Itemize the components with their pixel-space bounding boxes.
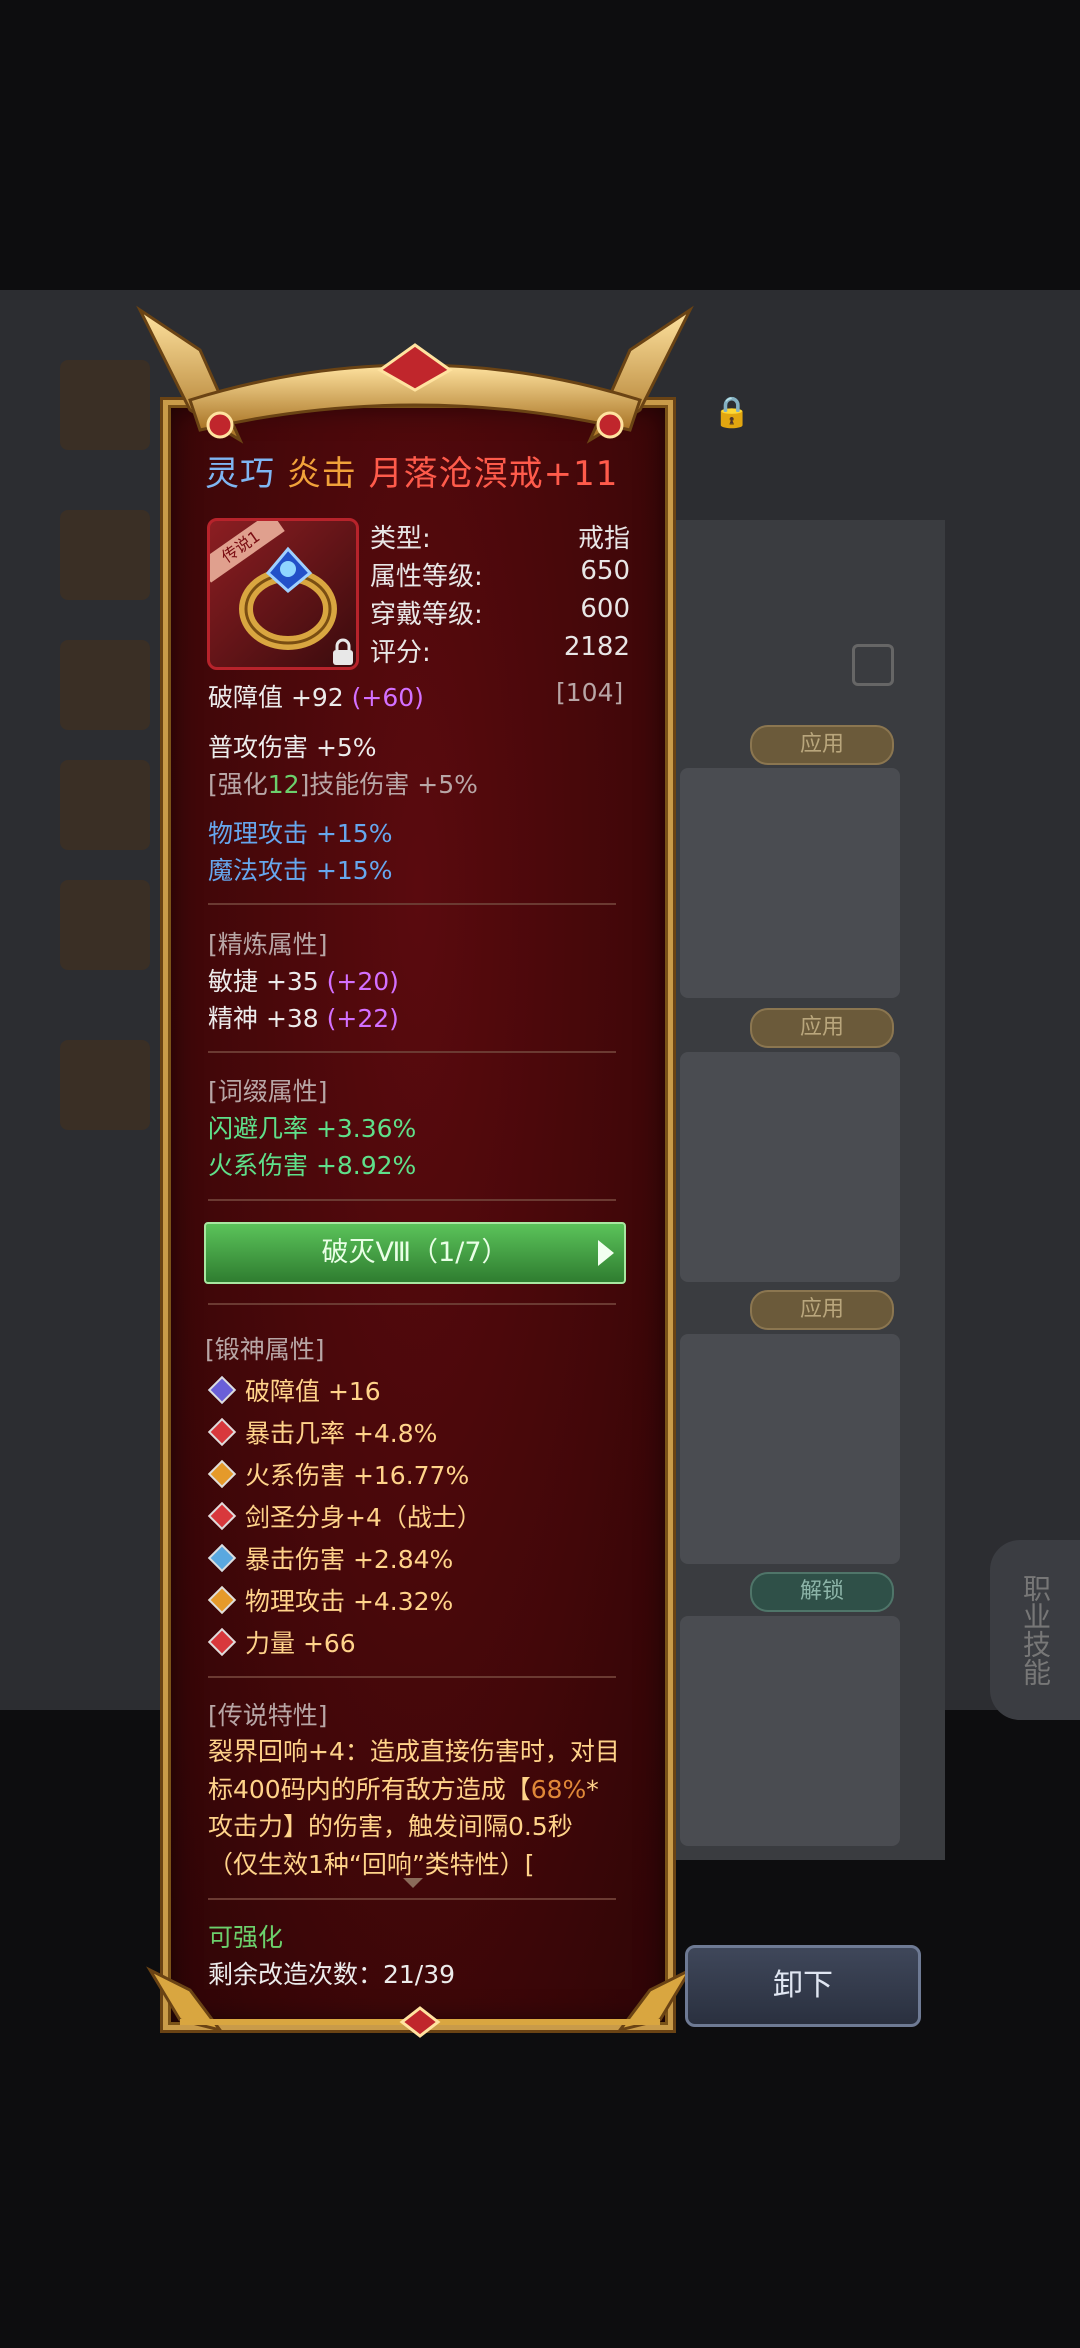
item-name: 月落沧溟戒+11 xyxy=(368,454,619,494)
agility-value: 敏捷 +35 xyxy=(208,967,319,996)
background-preset-slot xyxy=(680,1052,900,1282)
unlock-button[interactable]: 解锁 xyxy=(750,1572,894,1612)
physical-attack-stat: 物理攻击 +15% xyxy=(208,819,393,848)
enhance-skill-stat: [强化12]技能伤害 +5% xyxy=(208,765,478,801)
info-label: 类型: xyxy=(370,524,431,554)
divider xyxy=(208,1303,616,1305)
info-label: 属性等级: xyxy=(370,562,483,592)
info-value: 650 xyxy=(580,556,630,586)
apply-button-2[interactable]: 应用 xyxy=(750,1008,894,1048)
affix-header: [词缀属性] xyxy=(208,1077,328,1106)
refine-agility: 敏捷 +35 (+20) xyxy=(208,962,399,998)
forge-header: [锻神属性] xyxy=(205,1335,325,1364)
background-preset-slot xyxy=(680,768,900,998)
refine-header: [精炼属性] xyxy=(208,930,328,959)
set-bonus-label: 破灭Ⅷ（1/7） xyxy=(321,1237,509,1268)
background-preset-slot xyxy=(680,1616,900,1846)
info-attr-level: 属性等级: 650 xyxy=(370,556,630,593)
forge-stat: 火系伤害 +16.77% xyxy=(245,1461,470,1490)
forge-stat: 剑圣分身+4（战士） xyxy=(245,1503,482,1532)
item-title: 灵巧 炎击 月落沧溟戒+11 xyxy=(205,446,618,495)
info-label: 评分: xyxy=(370,638,431,668)
enhance-text: ]技能伤害 +5% xyxy=(299,770,478,799)
info-label: 穿戴等级: xyxy=(370,600,483,630)
class-skill-tab[interactable]: 职业技能 xyxy=(990,1540,1080,1720)
enhanceable-label: 可强化 xyxy=(208,1923,284,1952)
background-preset-slot xyxy=(680,1334,900,1564)
background-slot xyxy=(60,640,150,730)
affix-dodge: 闪避几率 +3.36% xyxy=(208,1114,417,1143)
unequip-button[interactable]: 卸下 xyxy=(685,1945,921,2027)
info-value: 600 xyxy=(580,594,630,624)
refine-spirit: 精神 +38 (+22) xyxy=(208,999,399,1035)
forge-stat: 物理攻击 +4.32% xyxy=(245,1587,454,1616)
divider xyxy=(208,1898,616,1900)
agility-bonus: (+20) xyxy=(326,967,399,996)
title-prefix-1: 灵巧 xyxy=(205,454,275,494)
divider xyxy=(208,903,616,905)
legend-text-value: 68% xyxy=(530,1774,587,1804)
background-slot xyxy=(60,510,150,600)
spirit-value: 精神 +38 xyxy=(208,1004,319,1033)
background-slot xyxy=(60,880,150,970)
card-bottom-ornament xyxy=(146,1966,694,2038)
affix-fire: 火系伤害 +8.92% xyxy=(208,1151,417,1180)
scroll-down-icon xyxy=(403,1878,423,1888)
info-type: 类型: 戒指 xyxy=(370,518,630,555)
info-wear-level: 穿戴等级: 600 xyxy=(370,594,630,631)
edit-icon xyxy=(852,644,894,686)
divider xyxy=(208,1051,616,1053)
item-lock-icon[interactable] xyxy=(330,638,356,666)
enhance-level: 12 xyxy=(267,770,300,799)
info-score: 评分: 2182 xyxy=(370,632,630,669)
apply-button-3[interactable]: 应用 xyxy=(750,1290,894,1330)
break-value-line: 破障值 +92 (+60) xyxy=(208,678,424,714)
chevron-right-icon xyxy=(598,1240,614,1266)
spirit-bonus: (+22) xyxy=(326,1004,399,1033)
card-wing-ornament xyxy=(136,305,694,444)
magic-attack-stat: 魔法攻击 +15% xyxy=(208,856,393,885)
enhance-open: [强化 xyxy=(208,770,268,799)
break-cap: [104] xyxy=(556,678,624,707)
background-slot xyxy=(60,1040,150,1130)
title-prefix-2: 炎击 xyxy=(286,454,357,494)
divider xyxy=(208,1199,616,1201)
normal-attack-stat: 普攻伤害 +5% xyxy=(208,733,377,762)
break-bonus: (+60) xyxy=(351,683,424,712)
forge-stat: 暴击几率 +4.8% xyxy=(245,1419,438,1448)
apply-button-1[interactable]: 应用 xyxy=(750,725,894,765)
lock-icon: 🔒 xyxy=(713,395,751,430)
set-bonus-button[interactable]: 破灭Ⅷ（1/7） xyxy=(204,1222,626,1284)
background-slot xyxy=(60,760,150,850)
info-value: 2182 xyxy=(563,632,630,662)
forge-stat: 暴击伤害 +2.84% xyxy=(245,1545,454,1574)
forge-stat: 破障值 +16 xyxy=(245,1377,381,1406)
break-value: 破障值 +92 xyxy=(208,683,344,712)
legend-description: 裂界回响+4：造成直接伤害时，对目标400码内的所有敌方造成【68%*攻击力】的… xyxy=(208,1733,620,1883)
info-value: 戒指 xyxy=(577,524,630,554)
forge-stat: 力量 +66 xyxy=(245,1629,356,1658)
legend-header: [传说特性] xyxy=(208,1701,328,1730)
divider xyxy=(208,1676,616,1678)
